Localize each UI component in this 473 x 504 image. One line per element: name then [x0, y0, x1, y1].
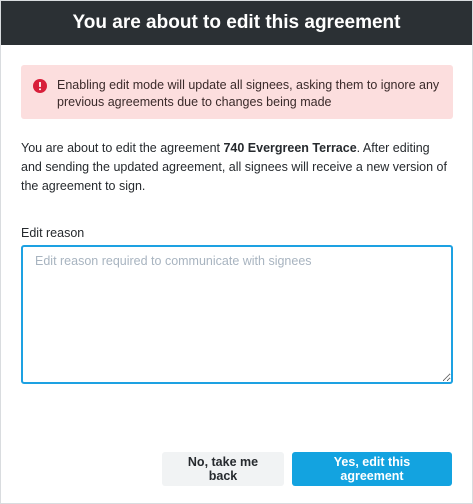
edit-agreement-modal: You are about to edit this agreement Ena… — [0, 0, 473, 504]
confirm-edit-button[interactable]: Yes, edit this agreement — [292, 452, 452, 486]
modal-title: You are about to edit this agreement — [72, 12, 401, 33]
modal-header: You are about to edit this agreement — [1, 1, 472, 45]
warning-alert: Enabling edit mode will update all signe… — [21, 65, 453, 119]
agreement-description: You are about to edit the agreement 740 … — [21, 139, 453, 196]
modal-footer: No, take me back Yes, edit this agreemen… — [162, 452, 452, 486]
cancel-button[interactable]: No, take me back — [162, 452, 284, 486]
alert-message: Enabling edit mode will update all signe… — [57, 78, 440, 109]
edit-reason-textarea[interactable] — [21, 245, 453, 384]
edit-reason-label: Edit reason — [21, 226, 85, 240]
agreement-name: 740 Evergreen Terrace — [223, 141, 357, 155]
description-prefix: You are about to edit the agreement — [21, 141, 224, 155]
alert-circle-icon — [33, 79, 47, 93]
